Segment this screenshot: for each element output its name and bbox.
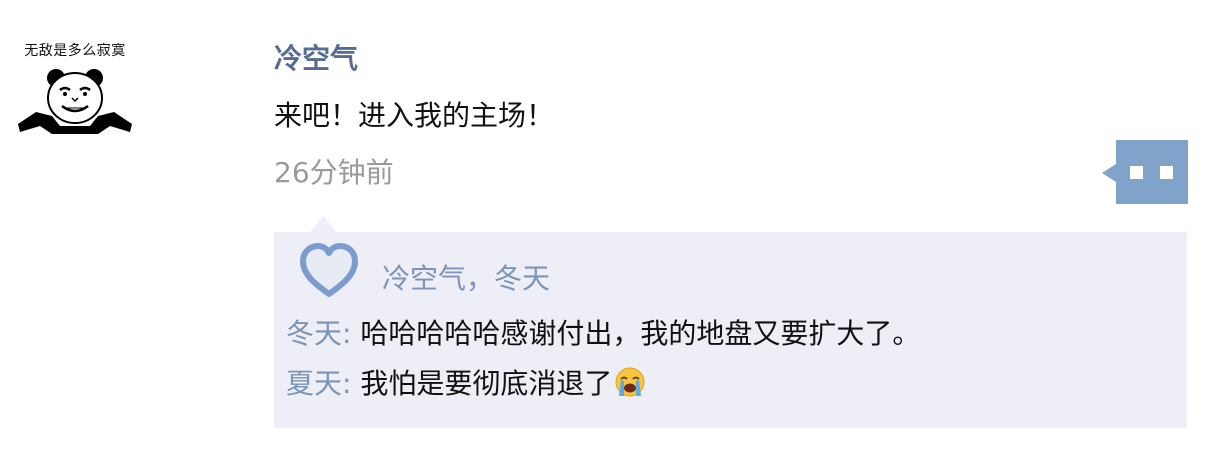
dot <box>1160 166 1173 179</box>
comment-text: 我怕是要彻底消退了 <box>360 367 613 400</box>
avatar[interactable]: 无敌是多么寂寞 <box>10 36 140 140</box>
comment-author[interactable]: 夏天 <box>286 367 342 400</box>
author-name[interactable]: 冷空气 <box>274 37 358 77</box>
comment-item[interactable]: 冬天: 哈哈哈哈哈感谢付出，我的地盘又要扩大了。 <box>286 312 920 352</box>
panel-notch <box>310 216 336 232</box>
moments-post: 无敌是多么寂寞 冷空气 来吧！进入我的主场！ 26分钟前 冷空气，冬天 冬天: … <box>0 0 1223 461</box>
comment-separator: : <box>342 367 352 400</box>
more-button-pointer <box>1102 164 1116 182</box>
loudly-crying-face-emoji-icon <box>615 367 645 397</box>
comment-separator: : <box>342 317 352 350</box>
more-actions-button[interactable] <box>1102 140 1188 204</box>
dot <box>1130 166 1143 179</box>
likers-list[interactable]: 冷空气，冬天 <box>382 257 550 297</box>
comment-author[interactable]: 冬天 <box>286 317 342 350</box>
likes-row: 冷空气，冬天 <box>298 240 550 300</box>
interaction-panel: 冷空气，冬天 冬天: 哈哈哈哈哈感谢付出，我的地盘又要扩大了。 夏天: 我怕是要… <box>274 232 1187 428</box>
more-dots-icon <box>1116 140 1188 204</box>
comment-item[interactable]: 夏天: 我怕是要彻底消退了 <box>286 362 646 402</box>
post-text: 来吧！进入我的主场！ <box>274 99 555 132</box>
heart-icon <box>300 243 358 297</box>
post-timestamp: 26分钟前 <box>274 156 394 189</box>
comment-text: 哈哈哈哈哈感谢付出，我的地盘又要扩大了。 <box>360 317 921 350</box>
avatar-caption: 无敌是多么寂寞 <box>24 43 126 59</box>
panda-meme-icon <box>18 69 132 134</box>
